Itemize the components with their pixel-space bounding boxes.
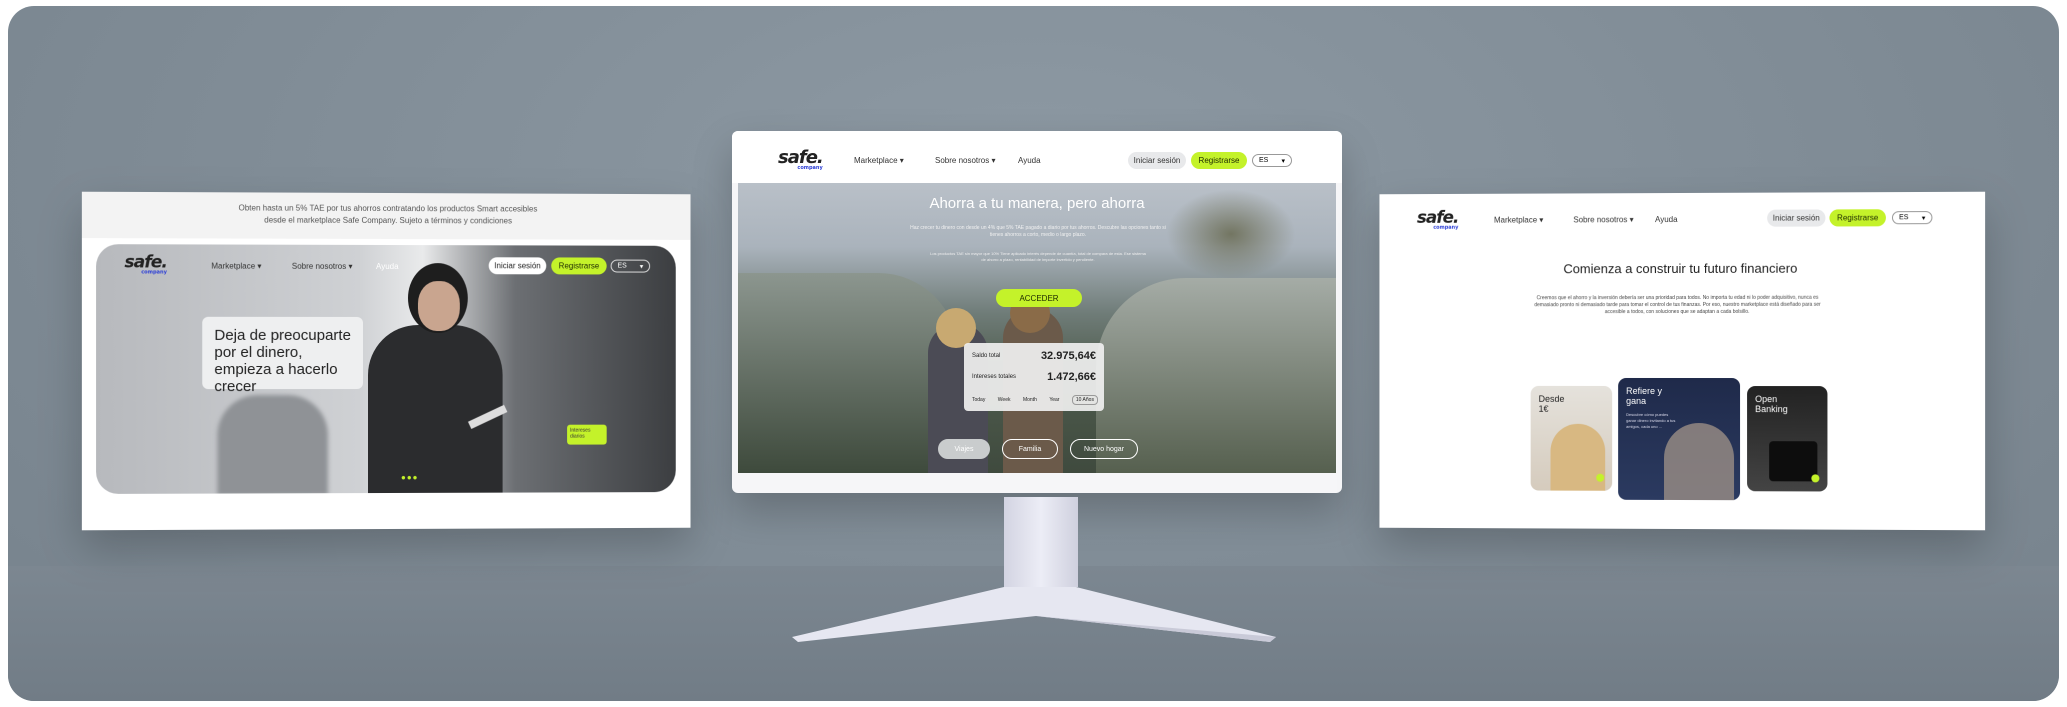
- monitor-stand-base: [792, 587, 1276, 642]
- language-select[interactable]: ES ▾: [1252, 154, 1292, 167]
- nav-marketplace[interactable]: Marketplace ▾: [1494, 215, 1543, 224]
- nav-sobre-nosotros[interactable]: Sobre nosotros ▾: [292, 262, 353, 271]
- saldo-label: Saldo total: [972, 353, 1001, 359]
- card-title: Desde 1€: [1538, 393, 1565, 414]
- intereses-value: 1.472,66€: [1047, 371, 1096, 383]
- hero-subtitle: Haz crecer tu dinero con desde un 4% que…: [910, 225, 1166, 238]
- nav-ayuda[interactable]: Ayuda: [1018, 156, 1041, 165]
- language-select[interactable]: ES ▾: [610, 259, 651, 273]
- monitor-stand-neck: [1004, 497, 1078, 587]
- register-button[interactable]: Registrarse: [1191, 152, 1247, 169]
- right-screen: safe. company Marketplace ▾ Sobre nosotro…: [1379, 191, 1986, 531]
- left-screen: Obten hasta un 5% TAE por tus ahorros co…: [81, 191, 691, 531]
- nav-marketplace[interactable]: Marketplace ▾: [854, 156, 904, 165]
- nav-marketplace[interactable]: Marketplace ▾: [211, 262, 261, 271]
- hero-section: Ahorra a tu manera, pero ahorra Haz crec…: [738, 183, 1336, 473]
- hero-title: Ahorra a tu manera, pero ahorra: [929, 195, 1145, 212]
- tab-today[interactable]: Today: [972, 397, 985, 403]
- logo[interactable]: safe. company: [778, 147, 824, 171]
- tab-year[interactable]: Year: [1049, 397, 1059, 403]
- logo[interactable]: safe. company: [1417, 208, 1458, 231]
- header: safe. company Marketplace ▾ Sobre nosotro…: [732, 131, 1342, 183]
- card-title: Refiere y gana: [1626, 385, 1663, 406]
- nav-sobre-nosotros[interactable]: Sobre nosotros ▾: [1573, 215, 1633, 224]
- arrow-icon: [1811, 474, 1820, 483]
- hero-section: safe. company Marketplace ▾ Sobre nosotro…: [96, 244, 676, 494]
- register-button[interactable]: Registrarse: [1829, 209, 1886, 227]
- login-button[interactable]: Iniciar sesión: [1767, 209, 1826, 227]
- saldo-value: 32.975,64€: [1040, 350, 1096, 362]
- hero-headline: Deja de preocuparte por el dinero, empie…: [202, 316, 363, 395]
- logo[interactable]: safe. company: [124, 252, 166, 275]
- nav-ayuda[interactable]: Ayuda: [1655, 215, 1678, 224]
- interest-tag: Intereses diarios: [567, 424, 607, 445]
- choice-viajes[interactable]: Viajes: [938, 439, 990, 459]
- nav-sobre-nosotros[interactable]: Sobre nosotros ▾: [935, 156, 996, 165]
- promo-banner: Obten hasta un 5% TAE por tus ahorros co…: [81, 191, 691, 240]
- tab-month[interactable]: Month: [1023, 397, 1037, 403]
- chevron-down-icon: ▾: [1281, 157, 1285, 165]
- tab-week[interactable]: Week: [998, 397, 1011, 403]
- card-photo: [1664, 422, 1735, 501]
- monitor-screen: safe. company Marketplace ▾ Sobre nosotro…: [732, 131, 1342, 493]
- card-photo: [1769, 441, 1818, 482]
- chevron-down-icon: ▾: [639, 263, 644, 271]
- language-select[interactable]: ES ▾: [1891, 211, 1933, 225]
- login-button[interactable]: Iniciar sesión: [1128, 152, 1186, 169]
- choice-familia[interactable]: Familia: [1002, 439, 1058, 459]
- intereses-label: Intereses totales: [972, 374, 1017, 380]
- hero-disclaimer: Los productos TAE sin mayor que 10% Tien…: [930, 251, 1146, 262]
- section-text: Creemos que el ahorro y la inversión deb…: [1534, 294, 1821, 316]
- hero-photo: [358, 263, 518, 494]
- card-refiere-y-gana[interactable]: Refiere y gana Descubre cómo puedes gana…: [1618, 377, 1741, 501]
- choice-nuevo-hogar[interactable]: Nuevo hogar: [1070, 439, 1138, 459]
- shadow-decoration: [217, 395, 328, 494]
- section-title: Comienza a construir tu futuro financier…: [1563, 260, 1798, 277]
- chevron-down-icon: ▾: [1921, 214, 1926, 222]
- savings-calculator: Saldo total 32.975,64€ Intereses totales 1…: [964, 343, 1104, 411]
- card-title: Open Banking: [1755, 394, 1788, 415]
- register-button[interactable]: Registrarse: [551, 257, 607, 275]
- promo-banner-text: Obten hasta un 5% TAE por tus ahorros co…: [238, 203, 538, 226]
- arrow-icon: [1596, 473, 1605, 482]
- period-tabs: Today Week Month Year 10 Años: [972, 395, 1098, 405]
- card-text: Descubre cómo puedes ganar dinero invita…: [1626, 411, 1676, 429]
- carousel-dots[interactable]: ●●●: [401, 473, 418, 482]
- acceder-button[interactable]: ACCEDER: [996, 289, 1082, 307]
- card-desde-1[interactable]: Desde 1€: [1530, 385, 1613, 491]
- tab-10-anos[interactable]: 10 Años: [1071, 395, 1098, 405]
- card-open-banking[interactable]: Open Banking: [1747, 386, 1828, 492]
